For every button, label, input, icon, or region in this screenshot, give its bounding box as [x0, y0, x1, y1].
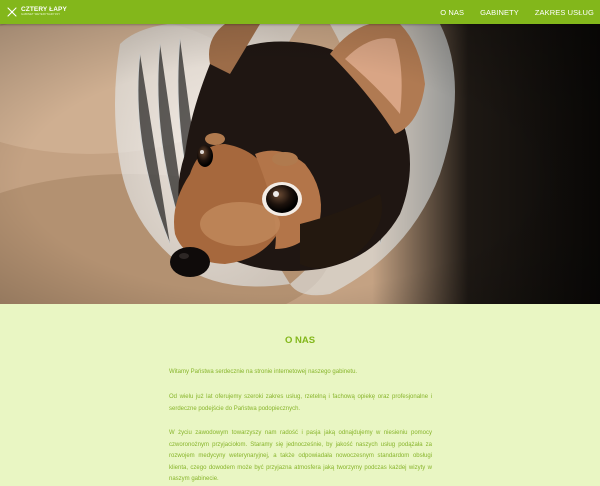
main-nav: O NAS GABINETY ZAKRES USŁUG — [424, 8, 600, 17]
paw-logo-icon — [7, 7, 17, 17]
nav-item-zakres-uslug[interactable]: ZAKRES USŁUG — [535, 8, 594, 17]
about-paragraph-2: Od wielu już lat oferujemy szeroki zakre… — [169, 394, 432, 412]
logo-subtitle: GABINET WETERYNARYJNY — [21, 13, 61, 17]
about-paragraph-1: Witamy Państwa serdecznie na stronie int… — [169, 369, 358, 375]
top-navigation-bar: CZTERY ŁAPY GABINET WETERYNARYJNY O NAS … — [0, 0, 600, 24]
section-title: O NAS — [284, 335, 316, 346]
about-section: O NAS Witamy Państwa serdecznie na stron… — [0, 304, 600, 482]
nav-item-gabinety[interactable]: GABINETY — [480, 8, 519, 17]
about-paragraph-3: W życiu zawodowym towarzyszy nam radość … — [169, 430, 432, 482]
hero-image — [0, 24, 600, 304]
nav-item-o-nas[interactable]: O NAS — [440, 8, 464, 17]
site-logo[interactable]: CZTERY ŁAPY GABINET WETERYNARYJNY — [0, 0, 67, 24]
dog-with-cone-photo — [0, 24, 600, 304]
